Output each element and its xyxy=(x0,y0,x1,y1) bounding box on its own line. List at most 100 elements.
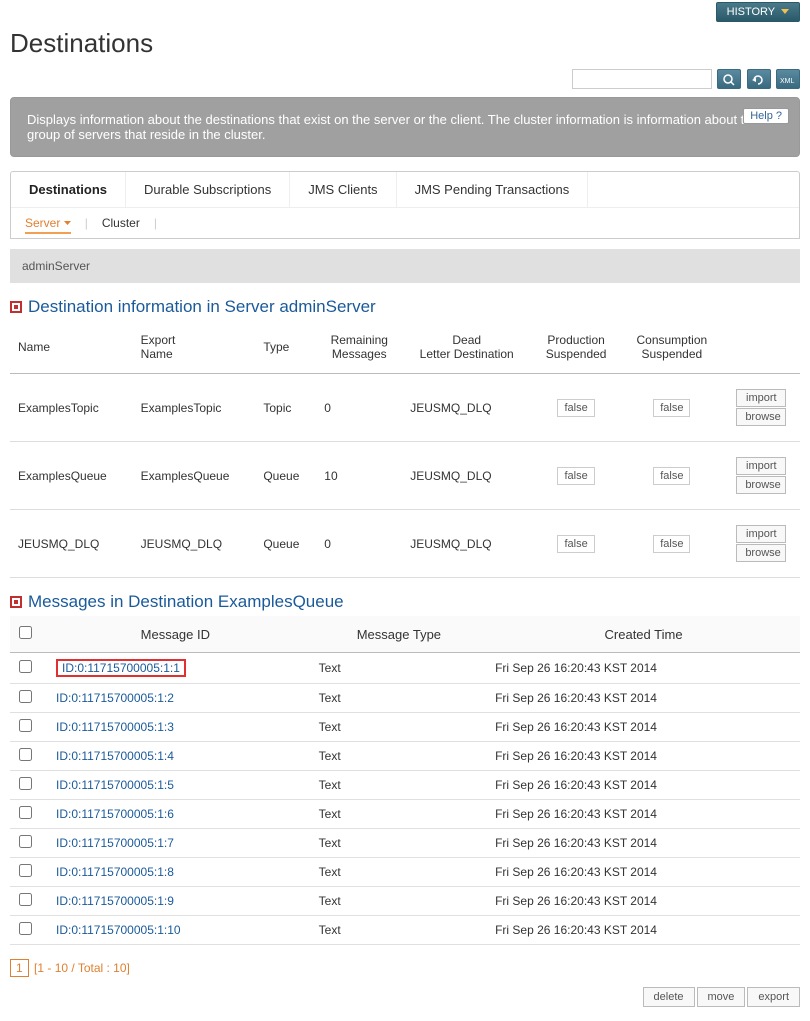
browse-button[interactable]: browse xyxy=(736,476,786,494)
destinations-table: NameExportNameTypeRemainingMessagesDeadL… xyxy=(10,321,800,578)
browse-button[interactable]: browse xyxy=(736,544,786,562)
dest-export: JEUSMQ_DLQ xyxy=(133,510,256,578)
message-id-link[interactable]: ID:0:11715700005:1:2 xyxy=(56,691,174,705)
dest-header: Name xyxy=(10,321,133,374)
table-row: ExamplesQueueExamplesQueueQueue10JEUSMQ_… xyxy=(10,442,800,510)
dest-header: ConsumptionSuspended xyxy=(621,321,723,374)
dest-header: RemainingMessages xyxy=(316,321,402,374)
message-type: Text xyxy=(311,858,487,887)
messages-section-title: Messages in Destination ExamplesQueue xyxy=(10,592,800,612)
destinations-section-title: Destination information in Server adminS… xyxy=(10,297,800,317)
row-checkbox[interactable] xyxy=(19,660,32,673)
dest-dld: JEUSMQ_DLQ xyxy=(402,374,531,442)
dest-remaining: 0 xyxy=(316,510,402,578)
svg-text:XML: XML xyxy=(780,78,795,85)
subtab-cluster[interactable]: Cluster xyxy=(102,216,140,230)
msgs-header: Message ID xyxy=(40,616,311,653)
tab-durable-subscriptions[interactable]: Durable Subscriptions xyxy=(126,172,290,207)
page-title: Destinations xyxy=(0,22,810,69)
subtabs-row: Server |Cluster| xyxy=(11,207,799,238)
msgs-header xyxy=(10,616,40,653)
xml-button[interactable]: XML xyxy=(776,69,800,89)
table-row: ID:0:11715700005:1:6TextFri Sep 26 16:20… xyxy=(10,800,800,829)
chevron-down-icon xyxy=(781,9,789,15)
dest-export: ExamplesTopic xyxy=(133,374,256,442)
cons-suspended-badge: false xyxy=(653,467,690,485)
help-button[interactable]: Help ? xyxy=(743,108,789,124)
cons-suspended-badge: false xyxy=(653,399,690,417)
message-id-link[interactable]: ID:0:11715700005:1:10 xyxy=(56,923,181,937)
search-icon xyxy=(723,74,735,86)
reload-button[interactable] xyxy=(747,69,771,89)
message-created: Fri Sep 26 16:20:43 KST 2014 xyxy=(487,771,800,800)
tab-jms-pending-transactions[interactable]: JMS Pending Transactions xyxy=(397,172,589,207)
dest-dld: JEUSMQ_DLQ xyxy=(402,442,531,510)
row-checkbox[interactable] xyxy=(19,835,32,848)
message-id-link[interactable]: ID:0:11715700005:1:5 xyxy=(56,778,174,792)
messages-table: Message IDMessage TypeCreated Time ID:0:… xyxy=(10,616,800,945)
message-id-link[interactable]: ID:0:11715700005:1:9 xyxy=(56,894,174,908)
message-id-link[interactable]: ID:0:11715700005:1:1 xyxy=(56,659,186,677)
table-row: ID:0:11715700005:1:4TextFri Sep 26 16:20… xyxy=(10,742,800,771)
tab-jms-clients[interactable]: JMS Clients xyxy=(290,172,396,207)
export-button[interactable]: export xyxy=(747,987,800,1007)
import-button[interactable]: import xyxy=(736,457,786,475)
browse-button[interactable]: browse xyxy=(736,408,786,426)
reload-icon xyxy=(752,74,766,86)
dest-type: Queue xyxy=(255,442,316,510)
pager-text: [1 - 10 / Total : 10] xyxy=(34,961,130,975)
row-checkbox[interactable] xyxy=(19,893,32,906)
pager: 1 [1 - 10 / Total : 10] xyxy=(10,959,800,977)
description-panel: Displays information about the destinati… xyxy=(10,97,800,157)
description-text: Displays information about the destinati… xyxy=(27,112,759,142)
row-checkbox[interactable] xyxy=(19,922,32,935)
move-button[interactable]: move xyxy=(697,987,746,1007)
dest-name: ExamplesTopic xyxy=(10,374,133,442)
msgs-header: Message Type xyxy=(311,616,487,653)
message-type: Text xyxy=(311,800,487,829)
select-all-checkbox[interactable] xyxy=(19,626,32,639)
tab-destinations[interactable]: Destinations xyxy=(11,172,126,207)
import-button[interactable]: import xyxy=(736,525,786,543)
table-row: ID:0:11715700005:1:10TextFri Sep 26 16:2… xyxy=(10,916,800,945)
row-checkbox[interactable] xyxy=(19,719,32,732)
import-button[interactable]: import xyxy=(736,389,786,407)
history-label: HISTORY xyxy=(727,6,775,18)
search-input[interactable] xyxy=(572,69,712,89)
row-checkbox[interactable] xyxy=(19,806,32,819)
table-row: ID:0:11715700005:1:9TextFri Sep 26 16:20… xyxy=(10,887,800,916)
message-type: Text xyxy=(311,916,487,945)
dest-header xyxy=(723,321,800,374)
table-row: ID:0:11715700005:1:2TextFri Sep 26 16:20… xyxy=(10,684,800,713)
prod-suspended-badge: false xyxy=(557,399,594,417)
row-checkbox[interactable] xyxy=(19,748,32,761)
msgs-header: Created Time xyxy=(487,616,800,653)
table-row: ID:0:11715700005:1:1TextFri Sep 26 16:20… xyxy=(10,653,800,684)
row-checkbox[interactable] xyxy=(19,864,32,877)
dest-header: DeadLetter Destination xyxy=(402,321,531,374)
message-created: Fri Sep 26 16:20:43 KST 2014 xyxy=(487,742,800,771)
footer-buttons: deletemoveexport xyxy=(0,987,800,1007)
help-icon: ? xyxy=(776,110,782,122)
history-button[interactable]: HISTORY xyxy=(716,2,800,22)
row-checkbox[interactable] xyxy=(19,777,32,790)
message-type: Text xyxy=(311,684,487,713)
delete-button[interactable]: delete xyxy=(643,987,695,1007)
dest-dld: JEUSMQ_DLQ xyxy=(402,510,531,578)
message-type: Text xyxy=(311,713,487,742)
message-id-link[interactable]: ID:0:11715700005:1:7 xyxy=(56,836,174,850)
message-id-link[interactable]: ID:0:11715700005:1:4 xyxy=(56,749,174,763)
subtab-server[interactable]: Server xyxy=(25,216,71,234)
dest-name: JEUSMQ_DLQ xyxy=(10,510,133,578)
search-button[interactable] xyxy=(717,69,741,89)
message-id-link[interactable]: ID:0:11715700005:1:3 xyxy=(56,720,174,734)
section-bullet-icon xyxy=(10,301,22,313)
table-row: ExamplesTopicExamplesTopicTopic0JEUSMQ_D… xyxy=(10,374,800,442)
message-created: Fri Sep 26 16:20:43 KST 2014 xyxy=(487,829,800,858)
dest-remaining: 0 xyxy=(316,374,402,442)
message-id-link[interactable]: ID:0:11715700005:1:6 xyxy=(56,807,174,821)
page-number[interactable]: 1 xyxy=(10,959,29,977)
dest-name: ExamplesQueue xyxy=(10,442,133,510)
row-checkbox[interactable] xyxy=(19,690,32,703)
message-id-link[interactable]: ID:0:11715700005:1:8 xyxy=(56,865,174,879)
